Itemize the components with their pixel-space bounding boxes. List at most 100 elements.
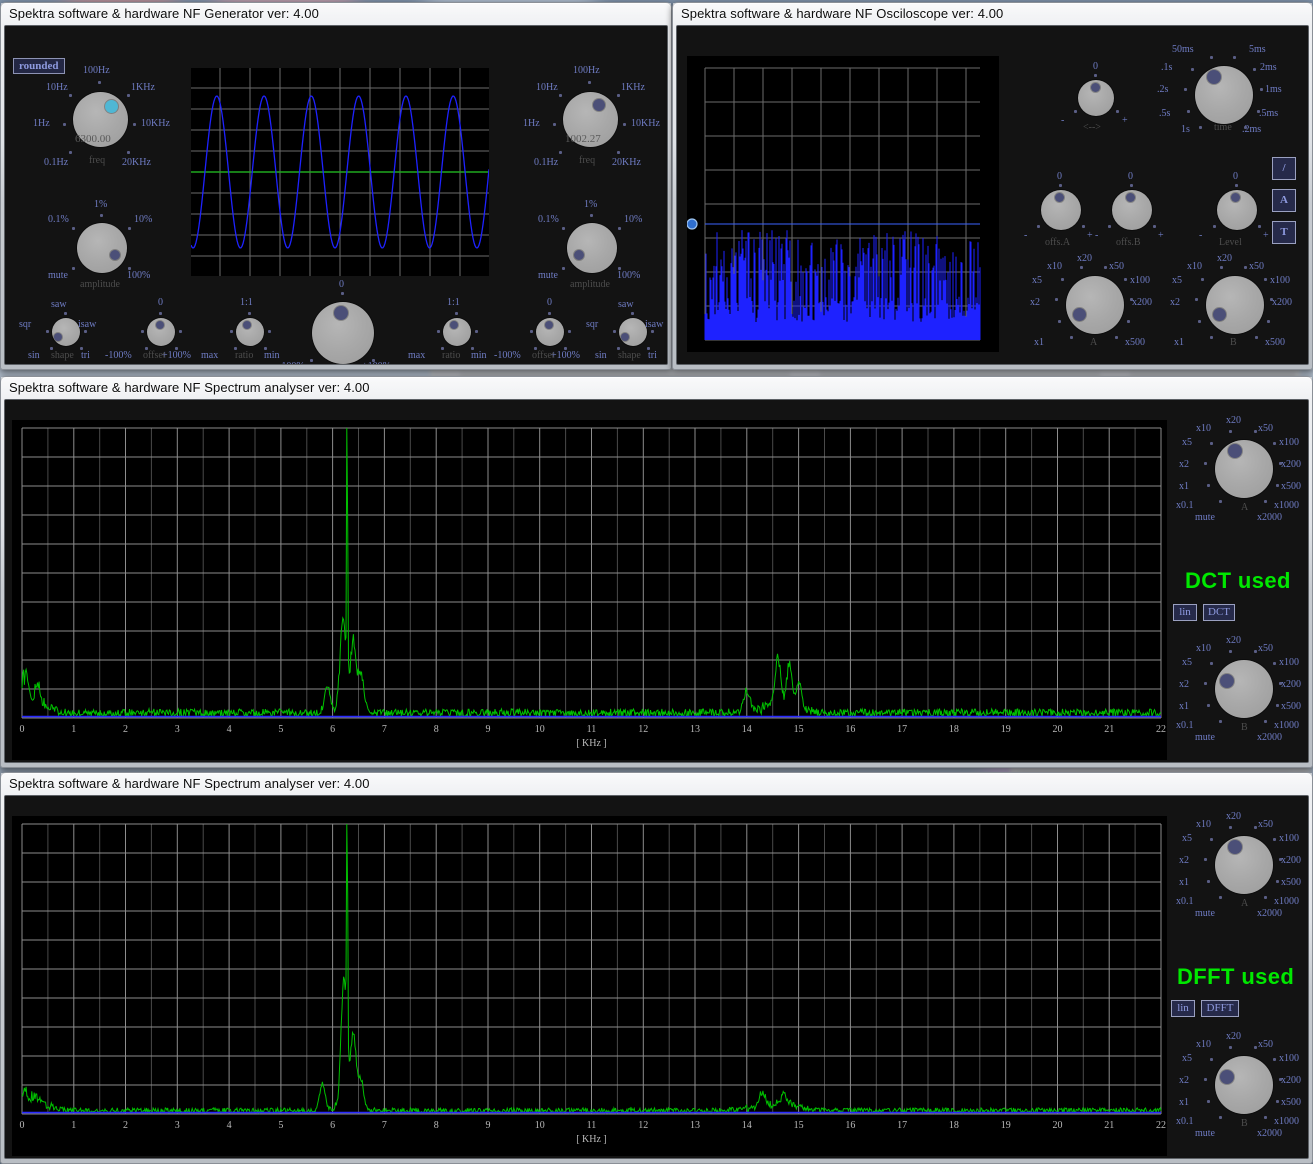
svg-text:6: 6 bbox=[330, 724, 335, 735]
time-knob-label-5ms: 5ms bbox=[1249, 44, 1266, 55]
offset-knob-b[interactable] bbox=[536, 318, 564, 346]
shift-knob-name: <--> bbox=[1083, 122, 1101, 133]
phase-knob[interactable] bbox=[312, 302, 374, 364]
gain-b-knob-scope[interactable] bbox=[1206, 276, 1264, 334]
shape-knob-b-group[interactable]: saw sqr isaw sin tri shape bbox=[586, 299, 667, 361]
gain-a-knob-group-dct[interactable]: x20 x10 x50 x5 x100 x2 x200 x1 x500 x0.1… bbox=[1176, 415, 1301, 530]
window-oscilloscope[interactable]: Spektra software & hardware NF Oscilosco… bbox=[672, 2, 1313, 370]
gain-b-scope-label-x50: x50 bbox=[1249, 261, 1264, 272]
trigger-button[interactable]: T bbox=[1272, 221, 1296, 244]
trigger-handle[interactable] bbox=[687, 218, 698, 230]
offset-knob-b-group[interactable]: 0 -100% +100% offset bbox=[494, 297, 594, 361]
svg-text:21: 21 bbox=[1104, 1120, 1114, 1131]
gain-a-dct-label-x200: x200 bbox=[1281, 459, 1301, 470]
lin-button-dct[interactable]: lin bbox=[1173, 604, 1197, 621]
svg-text:18: 18 bbox=[949, 1120, 959, 1131]
gain-a-knob-group-dfft[interactable]: x20 x10 x50 x5 x100 x2 x200 x1 x500 x0.1… bbox=[1176, 811, 1301, 926]
svg-text:[ KHz ]: [ KHz ] bbox=[576, 738, 607, 749]
level-knob-group[interactable]: 0 - + Level bbox=[1199, 171, 1273, 248]
amplitude-knob-a-label-10pct: 10% bbox=[134, 214, 153, 225]
shift-knob-label-right: + bbox=[1122, 115, 1128, 126]
amplitude-knob-b-group[interactable]: 1% 0.1% 10% mute 100% amplitude bbox=[538, 199, 646, 290]
gain-b-knob-group-dct[interactable]: x20 x10 x50 x5 x100 x2 x200 x1 x500 x0.1… bbox=[1176, 635, 1301, 750]
time-knob[interactable] bbox=[1195, 66, 1253, 124]
gain-a-dct-label-x01: x0.1 bbox=[1176, 500, 1194, 511]
rounded-toggle[interactable]: rounded bbox=[13, 58, 65, 74]
shape-knob-b[interactable] bbox=[619, 318, 647, 346]
svg-text:19: 19 bbox=[1001, 1120, 1011, 1131]
amplitude-knob-a-label-100pct: 100% bbox=[127, 270, 151, 281]
svg-text:4: 4 bbox=[227, 724, 232, 735]
gain-b-knob-group-dfft[interactable]: x20 x10 x50 x5 x100 x2 x200 x1 x500 x0.1… bbox=[1176, 1031, 1301, 1146]
level-knob[interactable] bbox=[1217, 190, 1257, 230]
amplitude-knob-a-group[interactable]: 1% 0.1% 10% mute 100% amplitude bbox=[48, 199, 156, 290]
offset-knob-a-group[interactable]: 0 -100% +100% offset bbox=[105, 297, 205, 361]
gain-b-knob-group-scope[interactable]: x20 x10 x50 x5 x100 x2 x200 x1 x500 B bbox=[1170, 252, 1292, 356]
window-spectrum-dfft[interactable]: Spektra software & hardware NF Spectrum … bbox=[0, 772, 1313, 1164]
gain-a-knob-scope[interactable] bbox=[1066, 276, 1124, 334]
offset-knob-b-label-0: 0 bbox=[547, 297, 552, 308]
svg-text:7: 7 bbox=[382, 724, 387, 735]
lin-button-dfft[interactable]: lin bbox=[1171, 1000, 1195, 1017]
gain-b-dct-label-x2: x2 bbox=[1179, 679, 1189, 690]
amplitude-knob-a[interactable] bbox=[77, 223, 127, 273]
gain-a-scope-label-x10: x10 bbox=[1047, 261, 1062, 272]
svg-text:11: 11 bbox=[587, 724, 597, 735]
ratio-knob-b-label-max: max bbox=[408, 350, 426, 361]
window-spectrum-dct[interactable]: Spektra software & hardware NF Spectrum … bbox=[0, 376, 1313, 768]
offsb-knob-group[interactable]: 0 - + offs.B bbox=[1095, 171, 1165, 248]
shape-knob-a-label-saw: saw bbox=[51, 299, 67, 310]
shift-knob-group[interactable]: 0 - + <--> bbox=[1060, 61, 1130, 133]
svg-text:9: 9 bbox=[486, 1120, 491, 1131]
gain-b-dct-label-x2000: x2000 bbox=[1257, 732, 1282, 743]
gain-b-knob-dct[interactable] bbox=[1215, 660, 1273, 718]
dfft-button[interactable]: DFFT bbox=[1201, 1000, 1239, 1017]
offsb-knob[interactable] bbox=[1112, 190, 1152, 230]
time-knob-label-1s: 1s bbox=[1181, 124, 1190, 135]
shape-knob-a-group[interactable]: saw sqr isaw sin tri shape bbox=[19, 299, 103, 361]
freq-knob-a-group[interactable]: 100Hz 10Hz 1KHz 1Hz 10KHz 0.1Hz 20KHz 63… bbox=[33, 65, 170, 178]
shape-knob-a[interactable] bbox=[52, 318, 80, 346]
window-generator[interactable]: Spektra software & hardware NF Generator… bbox=[0, 2, 672, 370]
freq-knob-a-value: 6300.00 bbox=[75, 133, 111, 145]
shape-knob-a-label-isaw: isaw bbox=[78, 319, 97, 330]
ratio-knob-a[interactable] bbox=[236, 318, 264, 346]
offsb-knob-label-right: + bbox=[1158, 230, 1164, 241]
freq-knob-b-label-01hz: 0.1Hz bbox=[534, 157, 559, 168]
gain-b-dfft-label-x2: x2 bbox=[1179, 1075, 1189, 1086]
svg-text:8: 8 bbox=[434, 724, 439, 735]
offsa-knob[interactable] bbox=[1041, 190, 1081, 230]
shape-knob-b-label-tri: tri bbox=[648, 350, 657, 361]
freq-knob-b-group[interactable]: 100Hz 10Hz 1KHz 1Hz 10KHz 0.1Hz 20KHz 10… bbox=[523, 65, 660, 178]
level-knob-name: Level bbox=[1219, 237, 1242, 248]
gain-b-knob-dfft[interactable] bbox=[1215, 1056, 1273, 1114]
slash-button[interactable]: / bbox=[1272, 157, 1296, 180]
gain-a-dct-name: A bbox=[1241, 502, 1249, 513]
ratio-knob-b[interactable] bbox=[443, 318, 471, 346]
freq-knob-a-label-10khz: 10KHz bbox=[141, 118, 170, 129]
svg-text:4: 4 bbox=[227, 1120, 232, 1131]
offset-knob-a[interactable] bbox=[147, 318, 175, 346]
gain-a-dfft-label-x1000: x1000 bbox=[1274, 896, 1299, 907]
ratio-knob-b-group[interactable]: 1:1 max min ratio bbox=[408, 297, 494, 361]
spectrum-dfft-graph: 0 1 2 3 4 5 6 7 8 9 10 11 12 13 14 15 16 17 18 19 20 21 22[ KH… bbox=[12, 816, 1167, 1156]
gain-a-knob-group-scope[interactable]: x20 x10 x50 x5 x100 x2 x200 x1 x500 A bbox=[1030, 252, 1152, 356]
freq-knob-b-label-1hz: 1Hz bbox=[523, 118, 540, 129]
ratio-knob-a-label-min: min bbox=[264, 350, 280, 361]
ac-dc-button[interactable]: A bbox=[1272, 189, 1296, 212]
gain-a-knob-dct[interactable] bbox=[1215, 440, 1273, 498]
phase-knob-label-m100: -100% bbox=[278, 361, 305, 364]
gain-a-knob-dfft[interactable] bbox=[1215, 836, 1273, 894]
gain-b-dfft-label-x2000: x2000 bbox=[1257, 1128, 1282, 1139]
dct-button[interactable]: DCT bbox=[1203, 604, 1235, 621]
phase-knob-group[interactable]: 0 -100% +100% phase bbox=[278, 279, 391, 364]
time-knob-label-p5s: .5s bbox=[1159, 108, 1171, 119]
amplitude-knob-b-label-mute: mute bbox=[538, 270, 558, 281]
time-knob-group[interactable]: 50ms 5ms .1s 2ms .2s 1ms .5s .5ms 1s .2m… bbox=[1157, 44, 1282, 152]
offsa-knob-group[interactable]: 0 - + offs.A bbox=[1024, 171, 1094, 248]
gain-b-dct-label-x500: x500 bbox=[1281, 701, 1301, 712]
shift-knob[interactable] bbox=[1078, 80, 1114, 116]
spectrum-dfft-client: 0 1 2 3 4 5 6 7 8 9 10 11 12 13 14 15 16 17 18 19 20 21 22[ KH… bbox=[4, 795, 1309, 1159]
ratio-knob-a-group[interactable]: 1:1 max min ratio bbox=[201, 297, 287, 361]
amplitude-knob-b[interactable] bbox=[567, 223, 617, 273]
